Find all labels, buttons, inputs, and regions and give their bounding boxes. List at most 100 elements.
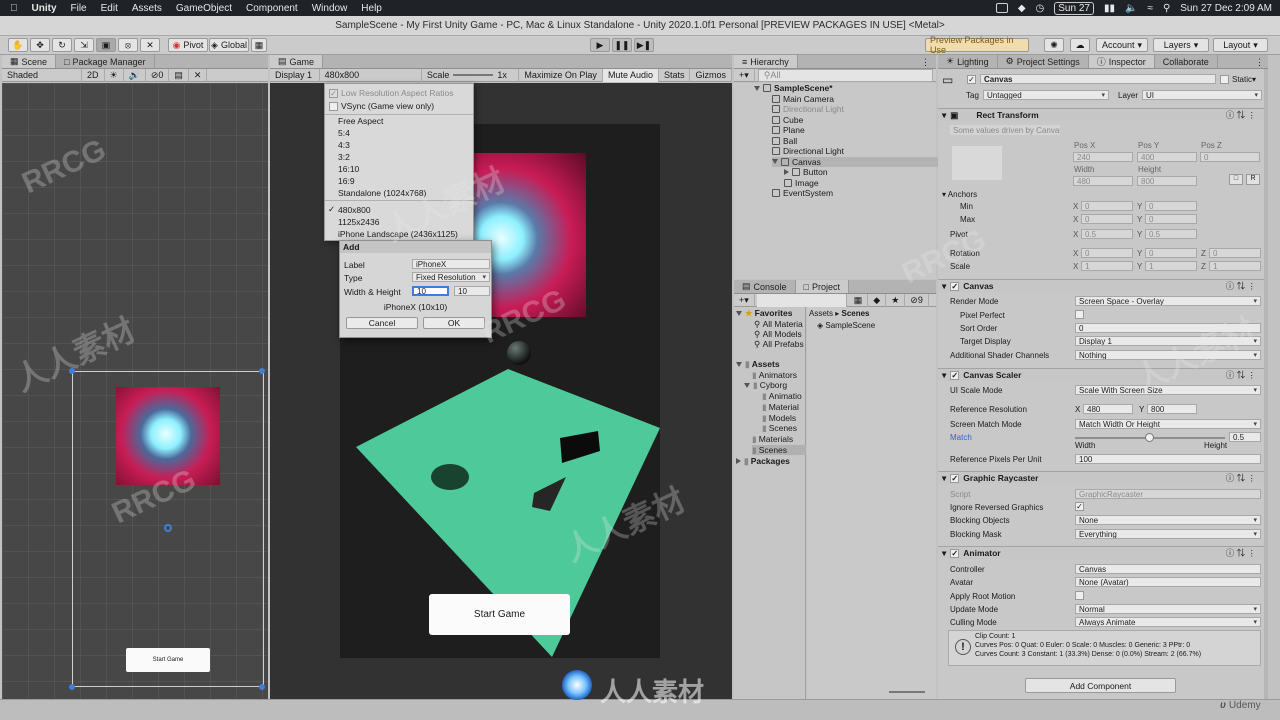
account-dropdown[interactable]: Account ▾ (1096, 38, 1148, 52)
collapse-icon[interactable]: ▾ (942, 473, 946, 484)
folder-item[interactable]: ▮ Animatio (762, 391, 802, 402)
update-mode-dropdown[interactable]: Normal (1075, 604, 1261, 614)
menu-file[interactable]: File (71, 3, 87, 14)
tab-scene[interactable]: ▦ Scene (2, 55, 57, 68)
component-menu-icons[interactable]: ⓘ ⇅ ⋮ (1226, 472, 1256, 484)
play-button[interactable]: ▶ (590, 38, 610, 52)
rect-handle[interactable] (69, 684, 75, 690)
clock-icon[interactable]: ◷ (1036, 3, 1045, 14)
zoom-slider[interactable] (889, 691, 925, 693)
reference-y-field[interactable]: 800 (1147, 404, 1197, 414)
menubar-clock[interactable]: Sun 27 Dec 2:09 AM (1180, 3, 1272, 14)
component-menu-icons[interactable]: ⓘ ⇅ ⋮ (1226, 109, 1256, 121)
custom-tool-icon[interactable]: ✕ (140, 38, 160, 52)
hierarchy-item[interactable]: Cube (772, 115, 803, 125)
tab-project[interactable]: □ Project (795, 280, 849, 293)
tab-package-manager[interactable]: □ Package Manager (56, 55, 155, 68)
breadcrumb-root[interactable]: Assets (809, 309, 833, 318)
collapse-icon[interactable]: ▾ (942, 110, 946, 121)
vector-field[interactable]: 0 (1209, 248, 1261, 258)
scale-slider[interactable]: Scale 1x (422, 68, 520, 82)
hidden-packages-icon[interactable]: ⊘ 9 (905, 293, 929, 307)
vector-field[interactable]: 0 (1081, 248, 1133, 258)
component-menu-icons[interactable]: ⓘ ⇅ ⋮ (1226, 280, 1256, 292)
hierarchy-search[interactable]: ⚲ All (757, 68, 933, 82)
stats-toggle[interactable]: Stats (659, 68, 691, 82)
target-display-dropdown[interactable]: Display 1 (1075, 336, 1261, 346)
vector-field[interactable]: 1 (1145, 261, 1197, 271)
aspect-item[interactable]: 16:9 (338, 176, 355, 186)
hierarchy-item[interactable]: EventSystem (772, 188, 833, 198)
aspect-item[interactable]: Free Aspect (338, 116, 383, 126)
vector-field[interactable]: 0.5 (1145, 229, 1197, 239)
menu-app[interactable]: Unity (32, 3, 57, 14)
controller-field[interactable]: Canvas (1075, 564, 1261, 574)
layers-dropdown[interactable]: Layers ▾ (1153, 38, 1209, 52)
resolution-dropdown[interactable]: 480x800 (320, 68, 422, 82)
expand-icon[interactable] (772, 159, 778, 164)
menu-gameobject[interactable]: GameObject (176, 3, 232, 14)
rotate-tool-icon[interactable]: ↻ (52, 38, 72, 52)
ignore-reversed-checkbox[interactable]: ✓ (1075, 502, 1084, 511)
vector-field[interactable]: 1 (1209, 261, 1261, 271)
width-field[interactable]: 10 (412, 286, 449, 296)
aspect-item[interactable]: Standalone (1024x768) (338, 188, 426, 198)
collapse-icon[interactable]: ▾ (942, 281, 946, 292)
rect-handle[interactable] (69, 368, 75, 374)
favorites-node[interactable]: ★ Favorites (736, 308, 792, 318)
hierarchy-item[interactable]: Image (784, 178, 819, 188)
raw-edit-button[interactable]: R (1246, 174, 1260, 185)
collapse-icon[interactable]: ▾ (942, 548, 946, 559)
tag-dropdown[interactable]: Untagged (983, 90, 1109, 100)
component-enable-checkbox[interactable]: ✓ (950, 548, 960, 558)
favorite-item[interactable]: ⚲ All Materia (754, 319, 803, 330)
assets-node[interactable]: ▮ Assets (736, 359, 780, 369)
lighting-toggle-icon[interactable]: ☀ (105, 68, 124, 82)
create-icon[interactable]: +▾ (734, 68, 755, 82)
aspect-item[interactable]: 16:10 (338, 164, 359, 174)
hand-tool-icon[interactable]: ✋ (8, 38, 28, 52)
global-toggle[interactable]: ◈ Global (209, 38, 249, 52)
tab-lighting[interactable]: ☀ Lighting (938, 55, 998, 68)
reference-x-field[interactable]: 480 (1083, 404, 1133, 414)
component-enable-checkbox[interactable]: ✓ (950, 281, 960, 291)
folder-item[interactable]: ▮ Scenes (762, 423, 797, 434)
folder-item-selected[interactable]: ▮ Scenes (752, 445, 806, 455)
vector-field[interactable]: 0 (1081, 201, 1133, 211)
scene-view[interactable]: Start Game (2, 83, 268, 699)
posz-field[interactable]: 0 (1200, 152, 1260, 162)
aspect-custom-item[interactable]: 1125x2436 (338, 217, 379, 227)
hierarchy-item[interactable]: Plane (772, 125, 805, 135)
search-icon[interactable]: ⚲ (1163, 3, 1170, 14)
ui-scale-mode-dropdown[interactable]: Scale With Screen Size (1075, 385, 1261, 395)
hierarchy-item[interactable]: Directional Light (772, 104, 844, 114)
height-field[interactable]: 800 (1137, 176, 1197, 186)
hierarchy-item[interactable]: Canvas (772, 156, 952, 167)
culling-mode-dropdown[interactable]: Always Animate (1075, 617, 1261, 627)
tab-hierarchy[interactable]: ≡ Hierarchy (734, 55, 798, 68)
expand-icon[interactable] (736, 458, 741, 464)
tab-collaborate[interactable]: Collaborate (1155, 55, 1218, 68)
blocking-mask-dropdown[interactable]: Everything (1075, 529, 1261, 539)
screen-match-mode-dropdown[interactable]: Match Width Or Height (1075, 419, 1261, 429)
collab-icon[interactable]: ✺ (1044, 38, 1064, 52)
inspector-scrollbar[interactable] (1264, 69, 1268, 699)
aspect-item[interactable]: 5:4 (338, 128, 350, 138)
favorite-icon[interactable]: ★ (886, 293, 906, 307)
dropbox-icon[interactable]: ◆ (1018, 3, 1026, 14)
blocking-objects-dropdown[interactable]: None (1075, 515, 1261, 525)
canvas-scaler-header[interactable]: ▾ ✓ Canvas Scaler ⓘ ⇅ ⋮ (938, 368, 1264, 381)
snap-icon[interactable]: ▦ (251, 38, 267, 52)
layer-dropdown[interactable]: UI (1142, 90, 1262, 100)
menu-edit[interactable]: Edit (101, 3, 118, 14)
static-label[interactable]: Static▾ (1232, 75, 1256, 84)
scene-root[interactable]: SampleScene* (754, 83, 833, 93)
vector-field[interactable]: 0 (1145, 248, 1197, 258)
packages-node[interactable]: ▮ Packages (736, 456, 790, 466)
expand-icon[interactable] (784, 169, 789, 175)
mode-2d-toggle[interactable]: 2D (82, 68, 105, 82)
vector-field[interactable]: 0 (1081, 214, 1133, 224)
object-name-field[interactable]: Canvas (980, 74, 1216, 84)
panel-menu-icon[interactable]: ⋮ (921, 57, 936, 68)
rect-handle[interactable] (259, 368, 265, 374)
